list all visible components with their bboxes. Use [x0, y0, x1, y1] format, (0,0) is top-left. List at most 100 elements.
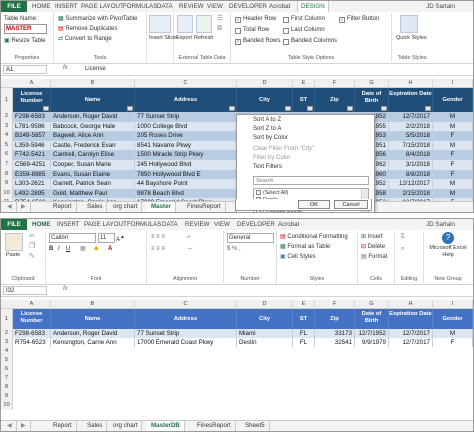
gender-cell[interactable]: M [433, 112, 473, 122]
column-header-c[interactable]: C [135, 79, 237, 87]
expiration-cell[interactable]: 12/7/2017 [389, 329, 433, 338]
format-as-table-button[interactable]: ▦ Format as Table [280, 243, 330, 251]
expiration-cell[interactable]: 5/5/2018 [389, 131, 433, 141]
underline-icon[interactable]: U [66, 245, 70, 253]
column-header-f[interactable]: F [315, 300, 355, 308]
filter-dropdown-icon[interactable] [347, 106, 353, 111]
column-header-g[interactable]: G [355, 300, 389, 308]
header-address[interactable]: Address [135, 88, 237, 112]
gender-cell[interactable]: F [433, 131, 473, 141]
row-number[interactable]: 7 [1, 374, 13, 383]
tab-insert[interactable]: INSERT [57, 219, 80, 230]
header-zip[interactable]: Zip [315, 88, 355, 112]
prev-sheet-icon[interactable]: ◀ [3, 202, 17, 212]
refresh-icon[interactable] [196, 15, 212, 33]
sheet-tab-masterdb[interactable]: MasterDB [147, 421, 185, 431]
tab-acrobat[interactable]: Acrobat [269, 1, 290, 12]
text-filters[interactable]: Text Filters [253, 164, 282, 170]
header-row-checkbox[interactable]: ✓ [235, 17, 241, 23]
table-row[interactable]: R754-6523Kensington, Carrie Ann17000 Eme… [13, 338, 473, 347]
address-cell[interactable]: 9878 Beach Blvd [135, 188, 237, 199]
sheet-tab-finesreport[interactable]: FinesReport [183, 202, 226, 212]
header-license-number[interactable]: License Number [13, 309, 51, 329]
fx-icon[interactable]: fx [63, 65, 68, 71]
column-header-d[interactable]: D [237, 79, 293, 87]
tab-view[interactable]: VIEW [207, 1, 223, 12]
address-cell[interactable]: 77 Sunset Strip [135, 112, 237, 122]
format-painter-icon[interactable]: ✎ [29, 253, 35, 261]
expiration-cell[interactable]: 12/7/2017 [389, 338, 433, 347]
gender-cell[interactable]: F [433, 150, 473, 160]
column-header-c[interactable]: C [135, 300, 237, 308]
sort-by-color[interactable]: Sort by Color [253, 135, 288, 141]
license-cell[interactable]: L359-5946 [13, 140, 51, 151]
name-cell[interactable]: Castle, Frederick Evan [51, 140, 135, 151]
gender-cell[interactable]: F [433, 338, 473, 347]
name-cell[interactable]: Garrett, Patrick Sean [51, 179, 135, 189]
sort-z-to-a[interactable]: Sort Z to A [253, 126, 281, 132]
column-header-f[interactable]: F [315, 79, 355, 87]
license-cell[interactable]: R754-6523 [13, 338, 51, 347]
license-cell[interactable]: C569-4251 [13, 160, 51, 170]
italic-icon[interactable]: I [58, 245, 60, 253]
column-header-e[interactable]: E [293, 300, 315, 308]
bold-icon[interactable]: B [49, 245, 53, 253]
sheet-tab-report[interactable]: Report [49, 202, 77, 212]
font-color-icon[interactable]: A [108, 245, 112, 253]
sheet-tab-finesreport[interactable]: FinesReport [193, 421, 236, 431]
banded-columns-checkbox[interactable] [283, 39, 289, 45]
sheet-tab-org-chart[interactable]: org chart [109, 202, 143, 212]
row-number[interactable]: 10 [1, 188, 13, 199]
row-number[interactable]: 8 [1, 383, 13, 392]
tab-review[interactable]: REVIEW [179, 1, 203, 12]
header-city[interactable]: City [237, 88, 293, 112]
prev-sheet-icon[interactable]: ◀ [3, 421, 17, 431]
row-number[interactable]: 10 [1, 401, 13, 410]
dob-cell[interactable]: 12/7/1952 [355, 329, 389, 338]
row-number[interactable]: 4 [1, 347, 13, 356]
name-cell[interactable]: Cooper, Susan Marie [51, 160, 135, 170]
sort-a-to-z[interactable]: Sort A to Z [253, 117, 281, 123]
user-name[interactable]: JD Sartain [426, 1, 455, 12]
gender-cell[interactable]: M [433, 179, 473, 189]
gender-cell[interactable]: F [433, 160, 473, 170]
address-cell[interactable]: 44 Bayshore Point [135, 179, 237, 189]
header-expiration-date[interactable]: Expiration Date [389, 88, 433, 112]
column-header-b[interactable]: B [51, 79, 135, 87]
row-number[interactable]: 5 [1, 356, 13, 365]
insert-button[interactable]: ⊞ Insert [361, 233, 383, 241]
quick-styles-icon[interactable] [400, 15, 418, 33]
column-header-g[interactable]: G [355, 79, 389, 87]
tab-developer[interactable]: DEVELOPER [229, 1, 267, 12]
gender-cell[interactable]: M [433, 121, 473, 132]
expiration-cell[interactable]: 12/12/2017 [389, 179, 433, 189]
license-cell[interactable]: B249-5857 [13, 131, 51, 141]
row-number[interactable]: 1 [1, 88, 13, 112]
clear-filter[interactable]: Clear Filter From "City" [253, 146, 314, 152]
column-header-b[interactable]: B [51, 300, 135, 308]
merge-center-icon[interactable]: ⇔ [187, 245, 193, 253]
tab-formulas[interactable]: FORMULAS [123, 1, 157, 12]
header-name[interactable]: Name [51, 309, 135, 329]
delete-button[interactable]: ⊟ Delete [361, 243, 385, 251]
sheet-tab-sales[interactable]: Sales [83, 202, 108, 212]
find-icon[interactable]: ⌕ [401, 245, 404, 253]
row-number[interactable]: 7 [1, 160, 13, 170]
expiration-cell[interactable]: 2/15/2018 [389, 188, 433, 199]
header-date-of-birth[interactable]: Date of Birth [355, 309, 389, 329]
expiration-cell[interactable]: 12/7/2017 [389, 112, 433, 122]
filter-dropdown-icon[interactable] [127, 106, 133, 111]
column-header-e[interactable]: E [293, 79, 315, 87]
filter-by-color[interactable]: Filter by Color [253, 155, 290, 161]
filter-search-input[interactable]: Search [253, 176, 369, 185]
column-header-h[interactable]: H [389, 79, 433, 87]
align-left-icon[interactable]: ≡ ≡ ≡ [151, 245, 165, 253]
dob-cell[interactable]: 9/9/1979 [355, 338, 389, 347]
address-cell[interactable]: 1000 College Blvd [135, 121, 237, 132]
sheet-tab-sheet5[interactable]: Sheet5 [241, 421, 270, 431]
user-name[interactable]: JD Sartain [426, 219, 455, 230]
tab-data[interactable]: DATA [157, 1, 173, 12]
filter-dropdown-icon[interactable] [43, 106, 49, 111]
sheet-tab-report[interactable]: Report [49, 421, 77, 431]
license-cell[interactable]: F742-5421 [13, 150, 51, 160]
